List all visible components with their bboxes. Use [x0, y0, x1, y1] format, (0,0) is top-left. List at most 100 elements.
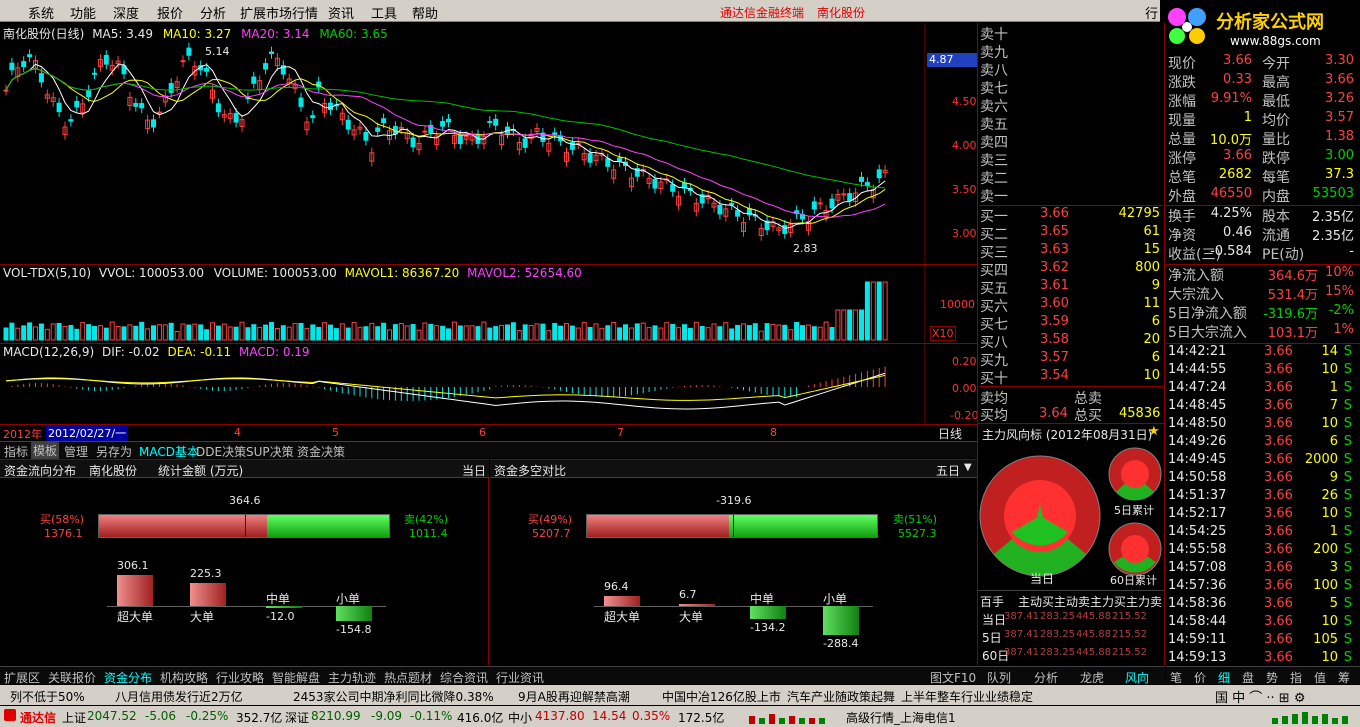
tick-list[interactable]: 14:42:21 3.66 14 S 14:44:55 3.66 10 S 14:47:24 3.… — [1166, 343, 1360, 665]
tab-value[interactable]: 值 — [1314, 669, 1326, 686]
tick-row[interactable]: 14:48:45 3.66 7 S — [1166, 398, 1356, 416]
order-book-buy-row[interactable]: 买八 3.58 20 — [980, 332, 1162, 351]
tab-save-as[interactable]: 另存为 — [96, 443, 132, 460]
order-book-buy-row[interactable]: 买十 3.54 10 — [980, 368, 1162, 387]
tab-related-quote[interactable]: 关联报价 — [48, 669, 96, 686]
tab-board[interactable]: 盘 — [1242, 669, 1254, 686]
tab-macd-basic[interactable]: MACD基本 — [139, 443, 199, 460]
order-book-sell-row[interactable]: 卖三 — [980, 150, 1162, 169]
tab-chips[interactable]: 筹 — [1338, 669, 1350, 686]
tab-dragon-tiger[interactable]: 龙虎 — [1080, 669, 1104, 686]
tab-indicator[interactable]: 指标 — [4, 443, 28, 460]
kline-plot[interactable] — [0, 23, 925, 265]
menu-system[interactable]: 系统 — [28, 3, 54, 22]
news-item[interactable]: 上半年整车行业业绩稳定 — [901, 688, 1033, 705]
tick-row[interactable]: 14:58:44 3.66 10 S — [1166, 614, 1356, 632]
menu-extended-market[interactable]: 扩展市场行情 — [240, 3, 318, 22]
news-item[interactable]: 9月A股再迎解禁高潮 — [518, 688, 630, 705]
order-book-buy-row[interactable]: 买七 3.59 6 — [980, 314, 1162, 333]
tab-manage[interactable]: 管理 — [64, 443, 88, 460]
tab-template[interactable]: 模板 — [31, 442, 60, 459]
order-book-buy-row[interactable]: 买二 3.65 61 — [980, 224, 1162, 243]
menu-news[interactable]: 资讯 — [328, 3, 354, 22]
menu-analysis[interactable]: 分析 — [200, 3, 226, 22]
order-book-sell-row[interactable]: 卖一 — [980, 186, 1162, 205]
tick-row[interactable]: 14:48:50 3.66 10 S — [1166, 416, 1356, 434]
tab-extension[interactable]: 扩展区 — [4, 669, 40, 686]
order-book-buy-row[interactable]: 买五 3.61 9 — [980, 278, 1162, 297]
tick-row[interactable]: 14:57:08 3.66 3 S — [1166, 560, 1356, 578]
menu-tools[interactable]: 工具 — [371, 3, 397, 22]
star-icon[interactable]: ★ — [1148, 424, 1160, 439]
tab-price[interactable]: 价 — [1194, 669, 1206, 686]
volume-chart[interactable]: VOL-TDX(5,10) VVOL: 100053.00 VOLUME: 10… — [0, 266, 977, 344]
order-book-sell-row[interactable]: 卖七 — [980, 78, 1162, 97]
tick-row[interactable]: 14:59:11 3.66 105 S — [1166, 632, 1356, 650]
tab-wind-direction[interactable]: 风向 — [1125, 669, 1149, 686]
ime-status-icon[interactable]: 国 中 ⌒ ·· ⊞ ⚙ — [1215, 687, 1305, 706]
tab-trend[interactable]: 势 — [1266, 669, 1278, 686]
menu-depth[interactable]: 深度 — [113, 3, 139, 22]
tick-row[interactable]: 14:55:58 3.66 200 S — [1166, 542, 1356, 560]
tab-sup[interactable]: SUP决策 — [246, 443, 294, 460]
tab-hot-topics[interactable]: 热点题材 — [384, 669, 432, 686]
sz-index-name[interactable]: 深证 — [285, 709, 309, 726]
tab-index[interactable]: 指 — [1290, 669, 1302, 686]
period-selector[interactable]: 日线 — [938, 425, 962, 442]
tab-main-trace[interactable]: 主力轨迹 — [328, 669, 376, 686]
news-item[interactable]: 中国中冶126亿股上市 — [662, 688, 781, 705]
order-book-buy-row[interactable]: 买一 3.66 42795 — [980, 206, 1162, 225]
order-book-sell-row[interactable]: 卖四 — [980, 132, 1162, 151]
tab-analyze[interactable]: 分析 — [1034, 669, 1058, 686]
zx-index-name[interactable]: 中小 — [508, 709, 532, 726]
order-book-buy-row[interactable]: 买三 3.63 15 — [980, 242, 1162, 261]
news-item[interactable]: 汽车产业随政策起舞 — [787, 688, 895, 705]
tab-general-news[interactable]: 综合资讯 — [440, 669, 488, 686]
order-book-buy-row[interactable]: 买九 3.57 6 — [980, 350, 1162, 369]
tab-fund-decision[interactable]: 资金决策 — [297, 443, 345, 460]
tab-tick[interactable]: 笔 — [1170, 669, 1182, 686]
tick-row[interactable]: 14:44:55 3.66 10 S — [1166, 362, 1356, 380]
tab-detail[interactable]: 细 — [1218, 669, 1230, 686]
kline-chart[interactable]: 南化股份(日线) MA5: 3.49 MA10: 3.27 MA20: 3.14… — [0, 23, 977, 265]
order-book-sell-row[interactable]: 卖二 — [980, 168, 1162, 187]
tick-row[interactable]: 14:49:45 3.66 2000 S — [1166, 452, 1356, 470]
tick-row[interactable]: 14:54:25 3.66 1 S — [1166, 524, 1356, 542]
tab-f10[interactable]: 图文F10 — [930, 669, 976, 686]
tick-row[interactable]: 14:42:21 3.66 14 S — [1166, 344, 1356, 362]
news-item[interactable]: 列不低于50% — [10, 688, 85, 705]
tick-row[interactable]: 14:51:37 3.66 26 S — [1166, 488, 1356, 506]
news-item[interactable]: 2453家公司中期净利同比微降0.38% — [293, 688, 494, 705]
tab-fund-distribution[interactable]: 资金分布 — [104, 669, 152, 686]
order-book-buy-row[interactable]: 买四 3.62 800 — [980, 260, 1162, 279]
tab-institution[interactable]: 机构攻略 — [160, 669, 208, 686]
tick-row[interactable]: 14:57:36 3.66 100 S — [1166, 578, 1356, 596]
menu-function[interactable]: 功能 — [70, 3, 96, 22]
tick-row[interactable]: 14:58:36 3.66 5 S — [1166, 596, 1356, 614]
tab-industry-news[interactable]: 行业资讯 — [496, 669, 544, 686]
news-ticker[interactable]: 列不低于50% 八月信用债发行近2万亿 2453家公司中期净利同比微降0.38%… — [0, 685, 1360, 706]
macd-chart[interactable]: MACD(12,26,9) DIF: -0.02 DEA: -0.11 MACD… — [0, 345, 978, 423]
macd-plot[interactable] — [0, 345, 925, 423]
tick-row[interactable]: 14:52:17 3.66 10 S — [1166, 506, 1356, 524]
tick-row[interactable]: 14:49:26 3.66 6 S — [1166, 434, 1356, 452]
order-book-sell-row[interactable]: 卖十 — [980, 24, 1162, 43]
order-book-sell-row[interactable]: 卖六 — [980, 96, 1162, 115]
tab-smart-analysis[interactable]: 智能解盘 — [272, 669, 320, 686]
server-name[interactable]: 高级行情_上海电信1 — [846, 709, 956, 726]
tab-industry-strategy[interactable]: 行业攻略 — [216, 669, 264, 686]
order-book-buy-row[interactable]: 买六 3.60 11 — [980, 296, 1162, 315]
tab-queue[interactable]: 队列 — [987, 669, 1011, 686]
tab-dde[interactable]: DDE决策 — [196, 443, 246, 460]
sh-index-name[interactable]: 上证 — [62, 709, 86, 726]
menu-right-item[interactable]: 行 — [1145, 3, 1158, 22]
tick-row[interactable]: 14:50:58 3.66 9 S — [1166, 470, 1356, 488]
news-item[interactable]: 八月信用债发行近2万亿 — [115, 688, 243, 705]
order-book-sell-row[interactable]: 卖九 — [980, 42, 1162, 61]
tick-row[interactable]: 14:47:24 3.66 1 S — [1166, 380, 1356, 398]
menu-help[interactable]: 帮助 — [412, 3, 438, 22]
order-book-sell-row[interactable]: 卖八 — [980, 60, 1162, 79]
order-book-sell-row[interactable]: 卖五 — [980, 114, 1162, 133]
volume-plot[interactable] — [0, 266, 925, 344]
menu-quote[interactable]: 报价 — [157, 3, 183, 22]
